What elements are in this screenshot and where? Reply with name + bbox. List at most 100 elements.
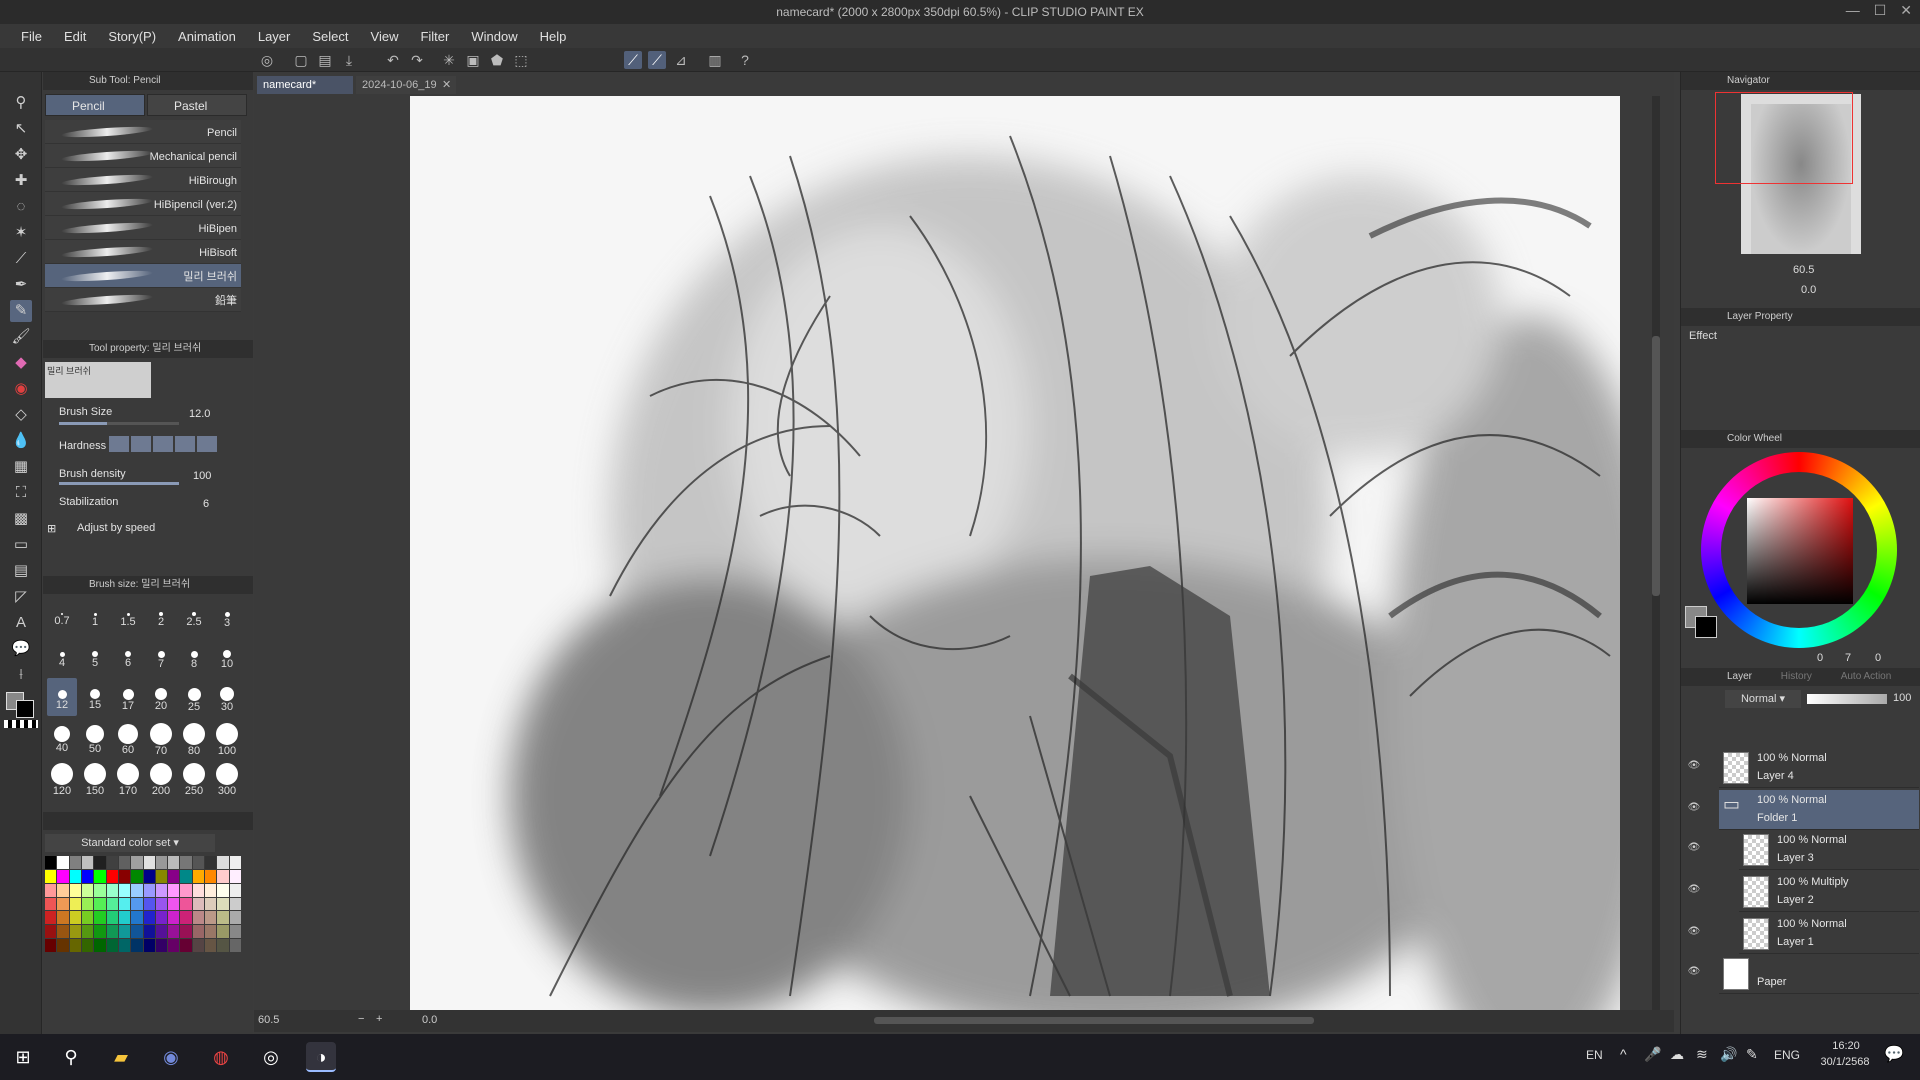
minimize-icon[interactable]: —: [1846, 2, 1860, 19]
color-swatch[interactable]: [57, 911, 69, 925]
pen-tray-icon[interactable]: ✎: [1746, 1046, 1758, 1063]
lasso-icon[interactable]: ◌: [10, 196, 32, 218]
brush-size-10[interactable]: 10: [212, 638, 242, 676]
brush-size-150[interactable]: 150: [80, 758, 110, 797]
notification-icon[interactable]: 💬: [1884, 1044, 1904, 1064]
brush-size-300[interactable]: 300: [212, 758, 242, 797]
color-swatch[interactable]: [155, 939, 168, 952]
gradient-icon[interactable]: ▩: [10, 508, 32, 530]
color-swatch[interactable]: [180, 911, 192, 925]
color-swatch[interactable]: [180, 925, 192, 939]
opacity-value[interactable]: 100: [1893, 692, 1911, 704]
brush-size-17[interactable]: 17: [113, 678, 143, 716]
tab-pencil[interactable]: Pencil: [45, 94, 145, 116]
figure-icon[interactable]: ▭: [10, 534, 32, 556]
brush-size-2[interactable]: 2: [146, 598, 176, 636]
color-swatch[interactable]: [155, 897, 168, 911]
layer-row[interactable]: 100 % Multiply Layer 2: [1739, 872, 1919, 912]
color-swatch[interactable]: [229, 856, 241, 869]
color-swatch[interactable]: [106, 869, 118, 883]
sub-color-swatch[interactable]: [16, 700, 34, 718]
color-swatch[interactable]: [131, 897, 143, 911]
color-swatch[interactable]: [217, 897, 229, 911]
color-swatch[interactable]: [94, 925, 106, 939]
color-swatch[interactable]: [192, 897, 205, 911]
color-swatch[interactable]: [131, 869, 143, 883]
clip-studio-icon[interactable]: ◎: [258, 51, 276, 69]
color-swatch[interactable]: [205, 911, 217, 925]
color-swatch[interactable]: [106, 939, 118, 952]
menu-edit[interactable]: Edit: [53, 29, 97, 44]
color-swatch[interactable]: [192, 869, 205, 883]
brush-size-70[interactable]: 70: [146, 718, 176, 757]
zoom-icon[interactable]: ⚲: [10, 92, 32, 114]
layer-visibility-icon[interactable]: 👁: [1687, 802, 1701, 816]
color-swatch[interactable]: [205, 897, 217, 911]
color-swatch[interactable]: [155, 925, 168, 939]
windows-start-icon[interactable]: ⊞: [8, 1042, 38, 1072]
file-explorer-icon[interactable]: ▰: [106, 1042, 136, 1072]
color-swatch[interactable]: [94, 883, 106, 897]
color-swatch[interactable]: [81, 897, 94, 911]
layer-row[interactable]: 100 % Normal Layer 3: [1739, 830, 1919, 870]
color-swatch[interactable]: [143, 856, 155, 869]
color-swatch[interactable]: [57, 897, 69, 911]
color-swatch[interactable]: [45, 925, 57, 939]
menu-animation[interactable]: Animation: [167, 29, 247, 44]
brush-item-hibirough[interactable]: HiBirough: [45, 168, 241, 192]
color-swatch[interactable]: [205, 869, 217, 883]
decoration-icon[interactable]: ◉: [10, 378, 32, 400]
blend-mode-dropdown[interactable]: Normal ▾: [1725, 690, 1801, 708]
menu-file[interactable]: File: [10, 29, 53, 44]
move-icon[interactable]: ✚: [10, 170, 32, 192]
adjust-expand-icon[interactable]: ⊞: [47, 522, 56, 535]
color-swatch[interactable]: [143, 925, 155, 939]
brush-size-3[interactable]: 3: [212, 598, 242, 636]
color-swatch[interactable]: [205, 925, 217, 939]
brush-size-40[interactable]: 40: [47, 718, 77, 756]
snap-grid-icon[interactable]: ⊿: [672, 51, 690, 69]
color-swatch[interactable]: [229, 883, 241, 897]
density-slider[interactable]: [59, 482, 179, 485]
color-swatch[interactable]: [106, 856, 118, 869]
color-swatch[interactable]: [192, 883, 205, 897]
layer-visibility-icon[interactable]: 👁: [1687, 966, 1701, 980]
color-swatch[interactable]: [118, 897, 131, 911]
maximize-icon[interactable]: ☐: [1874, 2, 1887, 19]
eyedropper-icon[interactable]: ⟋: [10, 248, 32, 270]
color-swatch[interactable]: [155, 911, 168, 925]
save-icon[interactable]: ⤓: [340, 51, 358, 69]
color-swatch[interactable]: [168, 925, 180, 939]
crop-icon[interactable]: ⬚: [512, 51, 530, 69]
tab-layer[interactable]: Layer: [1727, 671, 1752, 682]
color-swatch[interactable]: [45, 897, 57, 911]
color-swatch[interactable]: [94, 911, 106, 925]
brush-item-mechanical-pencil[interactable]: Mechanical pencil: [45, 144, 241, 168]
color-swatch[interactable]: [118, 911, 131, 925]
color-swatch[interactable]: [180, 897, 192, 911]
color-swatch[interactable]: [131, 883, 143, 897]
color-swatch[interactable]: [168, 869, 180, 883]
color-swatch[interactable]: [81, 925, 94, 939]
transparent-color-swatch[interactable]: [4, 720, 38, 728]
microphone-icon[interactable]: 🎤: [1644, 1046, 1661, 1063]
brush-size-value[interactable]: 12.0: [189, 408, 210, 420]
density-value[interactable]: 100: [193, 470, 211, 482]
color-swatch[interactable]: [118, 939, 131, 952]
color-swatch[interactable]: [131, 911, 143, 925]
frame-icon[interactable]: ▤: [10, 560, 32, 582]
color-swatch[interactable]: [229, 897, 241, 911]
transform-icon[interactable]: ⬟: [488, 51, 506, 69]
brush-item-hibipen[interactable]: HiBipen: [45, 216, 241, 240]
brush-size-15[interactable]: 15: [80, 678, 110, 716]
color-swatch[interactable]: [57, 939, 69, 952]
brush-size-170[interactable]: 170: [113, 758, 143, 797]
color-swatch[interactable]: [94, 897, 106, 911]
color-swatch[interactable]: [81, 856, 94, 869]
color-swatch[interactable]: [205, 883, 217, 897]
color-swatch[interactable]: [168, 856, 180, 869]
angle-readout[interactable]: 0.0: [422, 1014, 437, 1026]
layer-row[interactable]: 100 % Normal Layer 4: [1719, 748, 1919, 788]
color-swatch[interactable]: [81, 869, 94, 883]
color-swatch[interactable]: [217, 856, 229, 869]
